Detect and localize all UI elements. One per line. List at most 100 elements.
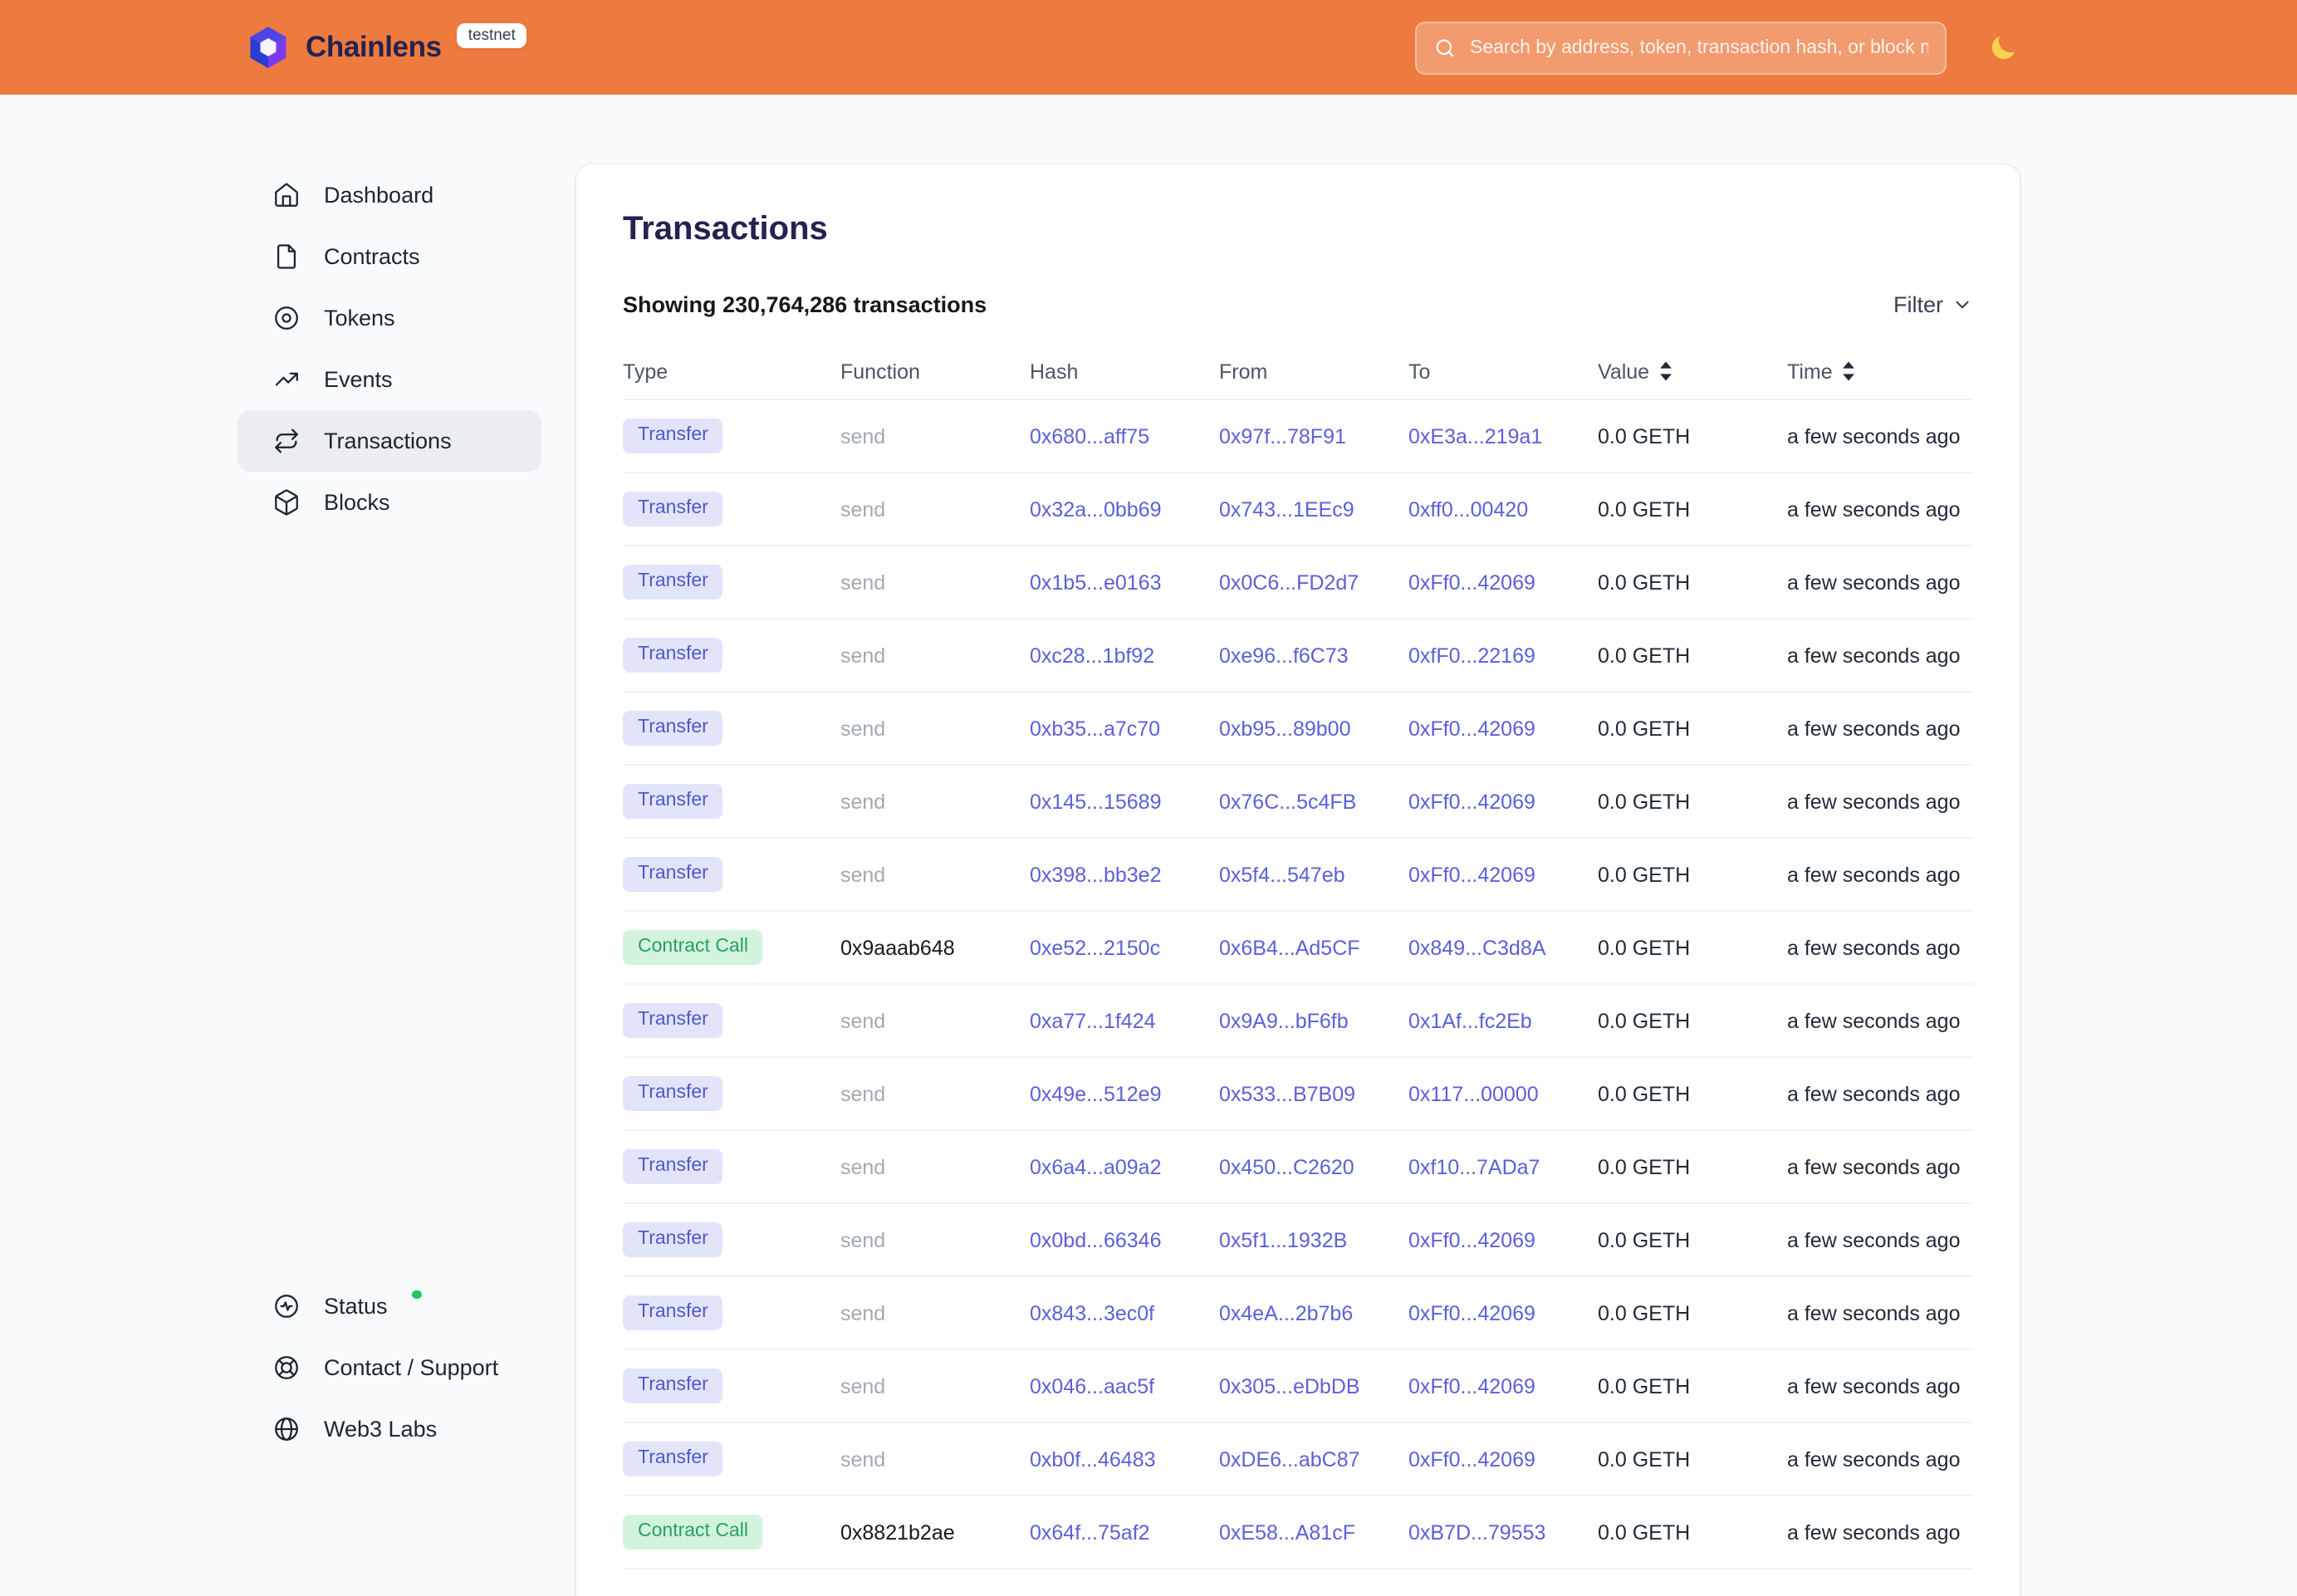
tx-from-link[interactable]: 0x450...C2620 bbox=[1219, 1155, 1408, 1178]
column-header-function: Function bbox=[840, 360, 1030, 383]
search-icon bbox=[1433, 36, 1457, 59]
tx-function: send bbox=[840, 1082, 1030, 1105]
tx-from-link[interactable]: 0x5f1...1932B bbox=[1219, 1228, 1408, 1251]
tx-to-link[interactable]: 0xFf0...42069 bbox=[1408, 1447, 1598, 1471]
brand[interactable]: Chainlens testnet bbox=[246, 24, 527, 71]
tx-from-link[interactable]: 0xb95...89b00 bbox=[1219, 717, 1408, 740]
tx-to-link[interactable]: 0x117...00000 bbox=[1408, 1082, 1598, 1105]
tx-to-link[interactable]: 0x1Af...fc2Eb bbox=[1408, 1009, 1598, 1032]
tx-time: a few seconds ago bbox=[1787, 1009, 1973, 1032]
tx-to-link[interactable]: 0xFf0...42069 bbox=[1408, 1228, 1598, 1251]
tx-to-link[interactable]: 0xFf0...42069 bbox=[1408, 717, 1598, 740]
repeat-arrows-icon bbox=[272, 427, 301, 455]
tx-from-link[interactable]: 0x4eA...2b7b6 bbox=[1219, 1301, 1408, 1324]
cube-icon bbox=[272, 488, 301, 516]
tx-hash-link[interactable]: 0xa77...1f424 bbox=[1030, 1009, 1219, 1032]
tx-hash-link[interactable]: 0xc28...1bf92 bbox=[1030, 644, 1219, 667]
tx-from-link[interactable]: 0x305...eDbDB bbox=[1219, 1374, 1408, 1398]
tx-value: 0.0 GETH bbox=[1598, 936, 1787, 959]
tx-to-link[interactable]: 0xfF0...22169 bbox=[1408, 644, 1598, 667]
globe-icon bbox=[272, 1415, 301, 1443]
app-root: Chainlens testnet bbox=[0, 0, 2297, 1596]
tx-function: send bbox=[840, 497, 1030, 521]
sidebar-item-transactions[interactable]: Transactions bbox=[238, 410, 541, 472]
tx-time: a few seconds ago bbox=[1787, 936, 1973, 959]
tx-hash-link[interactable]: 0x49e...512e9 bbox=[1030, 1082, 1219, 1105]
tx-from-link[interactable]: 0x76C...5c4FB bbox=[1219, 790, 1408, 813]
tx-to-link[interactable]: 0xf10...7ADa7 bbox=[1408, 1155, 1598, 1178]
tx-hash-link[interactable]: 0x32a...0bb69 bbox=[1030, 497, 1219, 521]
tx-time: a few seconds ago bbox=[1787, 1520, 1973, 1544]
sidebar-item-contracts[interactable]: Contracts bbox=[238, 226, 541, 287]
tx-hash-link[interactable]: 0x64f...75af2 bbox=[1030, 1520, 1219, 1544]
tx-hash-link[interactable]: 0x6a4...a09a2 bbox=[1030, 1155, 1219, 1178]
dark-mode-toggle[interactable] bbox=[1986, 31, 2020, 64]
tx-to-link[interactable]: 0xff0...00420 bbox=[1408, 497, 1598, 521]
sidebar-item-status[interactable]: Status bbox=[238, 1275, 541, 1337]
tx-to-link[interactable]: 0xFf0...42069 bbox=[1408, 790, 1598, 813]
tx-hash-link[interactable]: 0xb0f...46483 bbox=[1030, 1447, 1219, 1471]
sidebar-item-web3-labs[interactable]: Web3 Labs bbox=[238, 1398, 541, 1460]
tx-function: send bbox=[840, 1155, 1030, 1178]
tx-to-link[interactable]: 0xFf0...42069 bbox=[1408, 1374, 1598, 1398]
tx-from-link[interactable]: 0xE58...A81cF bbox=[1219, 1520, 1408, 1544]
tx-hash-link[interactable]: 0xe52...2150c bbox=[1030, 936, 1219, 959]
sidebar-item-label: Tokens bbox=[324, 306, 395, 330]
tx-from-link[interactable]: 0x533...B7B09 bbox=[1219, 1082, 1408, 1105]
search-input[interactable] bbox=[1470, 37, 1928, 57]
tx-type-badge: Transfer bbox=[623, 1296, 723, 1330]
transactions-table: Type Function Hash From To Value Time Tr… bbox=[623, 344, 1973, 1569]
tx-to-link[interactable]: 0xFf0...42069 bbox=[1408, 863, 1598, 886]
tx-value: 0.0 GETH bbox=[1598, 790, 1787, 813]
tx-hash-link[interactable]: 0x046...aac5f bbox=[1030, 1374, 1219, 1398]
tx-to-link[interactable]: 0xFf0...42069 bbox=[1408, 570, 1598, 594]
table-row: Transfer send 0x046...aac5f 0x305...eDbD… bbox=[623, 1350, 1973, 1423]
tx-to-link[interactable]: 0xB7D...79553 bbox=[1408, 1520, 1598, 1544]
search-bar[interactable] bbox=[1415, 21, 1947, 74]
tx-to-link[interactable]: 0xFf0...42069 bbox=[1408, 1301, 1598, 1324]
tx-function: send bbox=[840, 424, 1030, 448]
sidebar-item-events[interactable]: Events bbox=[238, 349, 541, 410]
tx-hash-link[interactable]: 0x843...3ec0f bbox=[1030, 1301, 1219, 1324]
tx-from-link[interactable]: 0x9A9...bF6fb bbox=[1219, 1009, 1408, 1032]
tx-hash-link[interactable]: 0x145...15689 bbox=[1030, 790, 1219, 813]
tx-time: a few seconds ago bbox=[1787, 644, 1973, 667]
sidebar-item-tokens[interactable]: Tokens bbox=[238, 287, 541, 349]
tx-from-link[interactable]: 0xe96...f6C73 bbox=[1219, 644, 1408, 667]
sidebar-item-label: Contact / Support bbox=[324, 1355, 498, 1380]
tx-to-link[interactable]: 0xE3a...219a1 bbox=[1408, 424, 1598, 448]
tx-hash-link[interactable]: 0xb35...a7c70 bbox=[1030, 717, 1219, 740]
tx-from-link[interactable]: 0xDE6...abC87 bbox=[1219, 1447, 1408, 1471]
tx-type-badge: Transfer bbox=[623, 1077, 723, 1111]
table-row: Transfer send 0x843...3ec0f 0x4eA...2b7b… bbox=[623, 1277, 1973, 1350]
column-header-hash: Hash bbox=[1030, 360, 1219, 383]
column-header-to: To bbox=[1408, 360, 1598, 383]
sidebar-item-contact-support[interactable]: Contact / Support bbox=[238, 1337, 541, 1398]
filter-button[interactable]: Filter bbox=[1893, 292, 1973, 317]
tx-type-badge: Transfer bbox=[623, 1150, 723, 1184]
tx-from-link[interactable]: 0x97f...78F91 bbox=[1219, 424, 1408, 448]
tx-value: 0.0 GETH bbox=[1598, 1155, 1787, 1178]
tx-type-badge: Transfer bbox=[623, 1369, 723, 1403]
table-row: Transfer send 0x32a...0bb69 0x743...1EEc… bbox=[623, 473, 1973, 546]
table-row: Transfer send 0xc28...1bf92 0xe96...f6C7… bbox=[623, 619, 1973, 693]
tx-hash-link[interactable]: 0x680...aff75 bbox=[1030, 424, 1219, 448]
table-row: Transfer send 0x680...aff75 0x97f...78F9… bbox=[623, 400, 1973, 473]
sidebar-nav: Dashboard Contracts Tokens Events Transa… bbox=[238, 164, 541, 533]
tx-to-link[interactable]: 0x849...C3d8A bbox=[1408, 936, 1598, 959]
column-header-value[interactable]: Value bbox=[1598, 360, 1787, 383]
column-header-time[interactable]: Time bbox=[1787, 360, 1973, 383]
table-row: Transfer send 0xb0f...46483 0xDE6...abC8… bbox=[623, 1423, 1973, 1496]
sidebar-item-label: Status bbox=[324, 1294, 388, 1319]
tx-from-link[interactable]: 0x0C6...FD2d7 bbox=[1219, 570, 1408, 594]
tx-from-link[interactable]: 0x5f4...547eb bbox=[1219, 863, 1408, 886]
tx-time: a few seconds ago bbox=[1787, 1447, 1973, 1471]
sidebar-item-dashboard[interactable]: Dashboard bbox=[238, 164, 541, 226]
tx-hash-link[interactable]: 0x0bd...66346 bbox=[1030, 1228, 1219, 1251]
sidebar-item-blocks[interactable]: Blocks bbox=[238, 472, 541, 533]
tx-from-link[interactable]: 0x6B4...Ad5CF bbox=[1219, 936, 1408, 959]
tx-function: send bbox=[840, 644, 1030, 667]
tx-hash-link[interactable]: 0x398...bb3e2 bbox=[1030, 863, 1219, 886]
tx-from-link[interactable]: 0x743...1EEc9 bbox=[1219, 497, 1408, 521]
tx-hash-link[interactable]: 0x1b5...e0163 bbox=[1030, 570, 1219, 594]
